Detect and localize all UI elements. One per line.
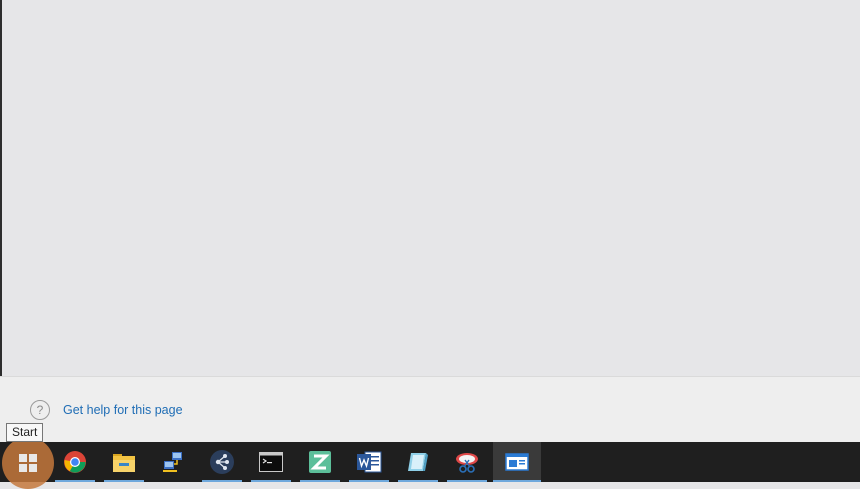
taskbar-notepad-app[interactable] (398, 442, 438, 482)
hub-icon (210, 450, 234, 474)
taskbar-file-explorer[interactable] (104, 442, 144, 482)
terminal-icon (259, 452, 283, 472)
network-computers-icon (163, 452, 182, 472)
get-help-link[interactable]: Get help for this page (63, 403, 183, 417)
main-content-area (0, 0, 860, 376)
taskbar-word[interactable] (349, 442, 389, 482)
page-footer: ? Get help for this page (0, 376, 860, 442)
taskbar-chrome[interactable] (55, 442, 95, 482)
taskbar-hub-app[interactable] (202, 442, 242, 482)
windows-logo-icon (19, 454, 37, 472)
taskbar-z-app[interactable] (300, 442, 340, 482)
word-icon (357, 451, 382, 473)
chrome-icon (64, 451, 86, 473)
taskbar-snipping-tool[interactable] (447, 442, 487, 482)
help-row[interactable]: ? Get help for this page (30, 400, 183, 420)
z-letter-icon (309, 451, 331, 473)
window-app-icon (505, 453, 529, 471)
taskbar (0, 442, 860, 482)
notepad-icon (408, 453, 428, 471)
taskbar-command-prompt[interactable] (251, 442, 291, 482)
folder-icon (113, 454, 135, 472)
taskbar-active-window[interactable] (493, 442, 541, 482)
scissors-icon (456, 453, 478, 473)
start-tooltip: Start (6, 423, 44, 442)
start-button[interactable] (2, 437, 54, 489)
taskbar-network-app[interactable] (153, 442, 193, 482)
help-question-icon[interactable]: ? (30, 400, 50, 420)
